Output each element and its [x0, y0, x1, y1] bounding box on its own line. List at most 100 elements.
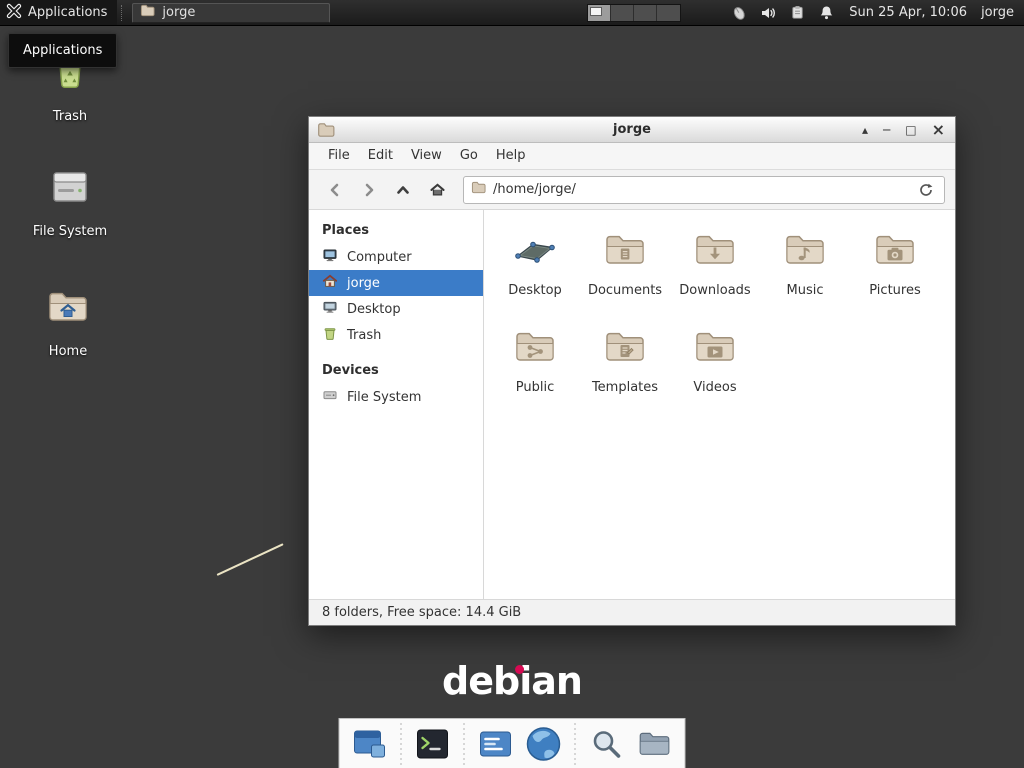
- workspace-3[interactable]: [634, 5, 657, 21]
- volume-icon[interactable]: [758, 3, 778, 23]
- menu-help[interactable]: Help: [487, 143, 535, 169]
- terminal-launcher[interactable]: [413, 722, 453, 766]
- location-path[interactable]: /home/jorge/: [493, 182, 908, 197]
- applications-tooltip: Applications: [8, 33, 117, 68]
- sidebar-item-label: Desktop: [347, 302, 401, 317]
- back-button[interactable]: [319, 175, 351, 205]
- public-folder-icon: [511, 323, 559, 375]
- menu-go[interactable]: Go: [451, 143, 487, 169]
- location-bar[interactable]: /home/jorge/: [463, 176, 945, 204]
- menu-file[interactable]: File: [319, 143, 359, 169]
- sidebar-item-trash[interactable]: Trash: [309, 322, 483, 348]
- applications-menu-button[interactable]: Applications: [0, 0, 117, 25]
- menu-view[interactable]: View: [402, 143, 451, 169]
- home-button[interactable]: [421, 175, 453, 205]
- window-title: jorge: [613, 122, 651, 137]
- dock-separator: [575, 723, 576, 765]
- shade-button[interactable]: ▴: [862, 124, 868, 136]
- music-folder-icon: [781, 226, 829, 278]
- videos-folder-icon: [691, 323, 739, 375]
- folder-tile-videos[interactable]: Videos: [671, 323, 759, 420]
- folder-tile-downloads[interactable]: Downloads: [671, 226, 759, 323]
- folder-icon: [471, 180, 486, 199]
- session-username[interactable]: jorge: [981, 5, 1014, 20]
- folder-label: Videos: [693, 380, 736, 395]
- folder-icon: [140, 3, 155, 22]
- clock[interactable]: Sun 25 Apr, 10:06: [849, 5, 967, 20]
- applications-icon: [6, 3, 22, 23]
- status-text: 8 folders, Free space: 14.4 GiB: [322, 605, 521, 620]
- system-tray: [729, 3, 836, 23]
- dock-separator: [464, 723, 465, 765]
- desktop-icon-label: Home: [49, 344, 87, 359]
- home-icon: [322, 273, 338, 293]
- sidebar-item-file-system[interactable]: File System: [309, 384, 483, 410]
- side-pane: Places Computer: [309, 210, 484, 599]
- sidebar-item-computer[interactable]: Computer: [309, 244, 483, 270]
- sidebar-item-label: jorge: [347, 276, 380, 291]
- window-controls: ▴ ─ □ ×: [862, 117, 945, 142]
- places-header: Places: [309, 214, 483, 244]
- sidebar-item-label: Computer: [347, 250, 412, 265]
- window-titlebar[interactable]: jorge ▴ ─ □ ×: [309, 117, 955, 143]
- devices-header: Devices: [309, 348, 483, 384]
- folder-tile-pictures[interactable]: Pictures: [851, 226, 939, 323]
- drive-icon: [322, 387, 338, 407]
- web-browser-launcher[interactable]: [524, 722, 564, 766]
- workspace-2[interactable]: [611, 5, 634, 21]
- maximize-button[interactable]: □: [905, 124, 916, 136]
- notifications-bell-icon[interactable]: [816, 3, 836, 23]
- sidebar-item-desktop[interactable]: Desktop: [309, 296, 483, 322]
- up-button[interactable]: [387, 175, 419, 205]
- window-folder-icon: [317, 121, 335, 143]
- sidebar-item-label: File System: [347, 390, 421, 405]
- folder-tile-documents[interactable]: Documents: [581, 226, 669, 323]
- folder-label: Downloads: [679, 283, 750, 298]
- folder-tile-desktop[interactable]: Desktop: [491, 226, 579, 323]
- panel-handle[interactable]: [121, 5, 124, 21]
- folder-tile-public[interactable]: Public: [491, 323, 579, 420]
- reload-button[interactable]: [915, 179, 937, 201]
- forward-button[interactable]: [353, 175, 385, 205]
- sidebar-item-jorge[interactable]: jorge: [309, 270, 483, 296]
- window-content: Places Computer: [309, 210, 955, 599]
- mouse-tray-icon[interactable]: [729, 3, 749, 23]
- minimize-button[interactable]: ─: [883, 124, 890, 136]
- desktop-icon-label: Trash: [53, 109, 87, 124]
- drive-icon: [46, 163, 94, 215]
- close-button[interactable]: ×: [932, 122, 945, 138]
- applications-label: Applications: [28, 5, 107, 20]
- desktop-icon-home[interactable]: Home: [20, 283, 116, 359]
- top-panel: Applications jorge: [0, 0, 1024, 26]
- folder-tile-templates[interactable]: Templates: [581, 323, 669, 420]
- computer-icon: [322, 247, 338, 267]
- file-manager-launcher[interactable]: [635, 722, 675, 766]
- sidebar-item-label: Trash: [347, 328, 381, 343]
- folder-label: Templates: [592, 380, 658, 395]
- desktop-icon-file-system[interactable]: File System: [22, 163, 118, 239]
- window-manager-launcher[interactable]: [350, 722, 390, 766]
- taskbar-window-button[interactable]: jorge: [132, 3, 330, 23]
- templates-folder-icon: [601, 323, 649, 375]
- app-finder-launcher[interactable]: [587, 722, 627, 766]
- toolbar: /home/jorge/: [309, 170, 955, 210]
- desktop-icon-label: File System: [33, 224, 107, 239]
- settings-launcher[interactable]: [476, 722, 516, 766]
- dock-separator: [401, 723, 402, 765]
- taskbar-window-label: jorge: [162, 5, 195, 20]
- debian-logo-text: debian: [442, 659, 582, 703]
- workspace-switcher[interactable]: [587, 4, 681, 22]
- stray-line: [217, 543, 284, 576]
- file-manager-window: jorge ▴ ─ □ × File Edit View Go Help: [308, 116, 956, 626]
- debian-logo: debian: [442, 659, 582, 703]
- clipboard-tray-icon[interactable]: [787, 3, 807, 23]
- workspace-1[interactable]: [588, 5, 611, 21]
- folder-label: Desktop: [508, 283, 562, 298]
- status-bar: 8 folders, Free space: 14.4 GiB: [309, 599, 955, 625]
- debian-swirl: [515, 665, 524, 674]
- folder-label: Pictures: [869, 283, 920, 298]
- folder-tile-music[interactable]: Music: [761, 226, 849, 323]
- workspace-4[interactable]: [657, 5, 680, 21]
- workspace-window-preview: [590, 7, 602, 16]
- menu-edit[interactable]: Edit: [359, 143, 402, 169]
